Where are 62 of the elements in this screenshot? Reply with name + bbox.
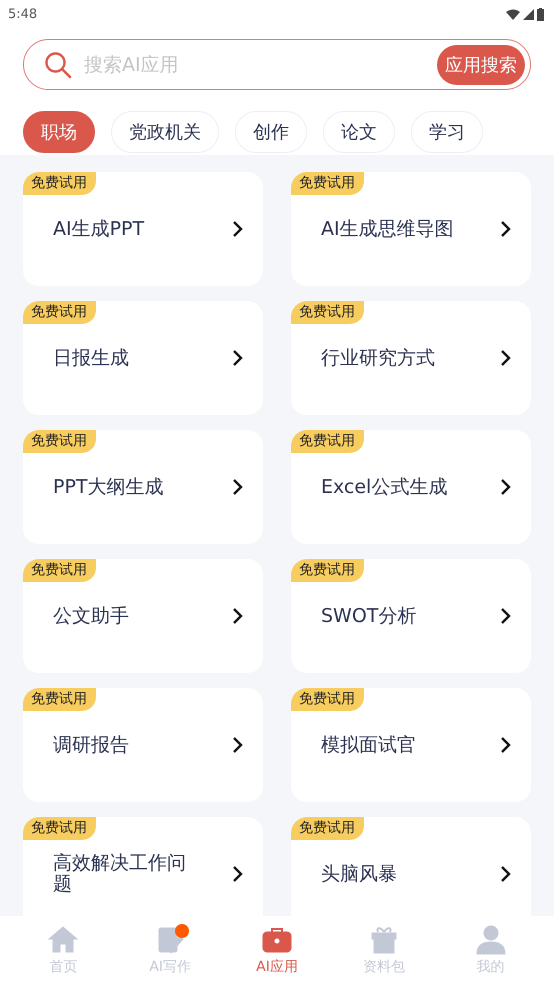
chevron-right-icon [500, 865, 511, 883]
app-title: 行业研究方式 [321, 348, 435, 368]
app-card[interactable]: 免费试用 Excel公式生成 [291, 430, 531, 544]
app-card[interactable]: 免费试用 高效解决工作问题 [23, 817, 263, 916]
category-tab[interactable]: 学习 [411, 111, 483, 153]
category-tab[interactable]: 创作 [235, 111, 307, 153]
chevron-right-icon [232, 865, 243, 883]
chevron-right-icon [500, 736, 511, 754]
app-title: PPT大纲生成 [53, 476, 164, 498]
app-title: 模拟面试官 [321, 734, 416, 756]
category-tab[interactable]: 职场 [23, 111, 95, 153]
free-trial-badge: 免费试用 [291, 559, 364, 582]
chevron-right-icon [232, 478, 243, 496]
search-button[interactable]: 应用搜索 [437, 44, 525, 84]
app-title: SWOT分析 [321, 606, 416, 626]
chevron-right-icon [232, 349, 243, 367]
app-title: 公文助手 [53, 606, 129, 626]
free-trial-badge: 免费试用 [291, 301, 364, 324]
chevron-right-icon [232, 220, 243, 238]
nav-tab[interactable]: AI应用 [256, 958, 298, 976]
app-card[interactable]: 免费试用 AI生成PPT [23, 172, 263, 286]
app-card[interactable]: 免费试用 头脑风暴 [291, 817, 531, 916]
free-trial-badge: 免费试用 [23, 172, 96, 195]
search-icon [44, 50, 72, 78]
app-card[interactable]: 免费试用 日报生成 [23, 301, 263, 415]
category-tab[interactable]: 论文 [323, 111, 395, 153]
category-tab[interactable]: 党政机关 [111, 111, 219, 153]
app-card[interactable]: 免费试用 调研报告 [23, 688, 263, 802]
free-trial-badge: 免费试用 [23, 430, 96, 453]
free-trial-badge: 免费试用 [291, 688, 364, 711]
free-trial-badge: 免费试用 [23, 559, 96, 582]
wifi-icon [506, 8, 520, 20]
free-trial-badge: 免费试用 [23, 817, 96, 840]
app-title: 日报生成 [53, 348, 129, 368]
app-title: 调研报告 [53, 734, 129, 756]
free-trial-badge: 免费试用 [291, 172, 364, 195]
app-card[interactable]: 免费试用 SWOT分析 [291, 559, 531, 673]
chevron-right-icon [500, 349, 511, 367]
chevron-right-icon [500, 607, 511, 625]
app-title: 头脑风暴 [321, 864, 397, 884]
battery-icon [537, 8, 544, 20]
app-card[interactable]: 免费试用 模拟面试官 [291, 688, 531, 802]
free-trial-badge: 免费试用 [291, 430, 364, 453]
app-title: AI生成PPT [53, 218, 144, 240]
signal-icon [523, 8, 534, 20]
search-field[interactable]: 搜索AI应用 应用搜索 [23, 39, 531, 90]
app-title: 高效解决工作问题 [53, 853, 187, 895]
person-icon [474, 924, 507, 956]
free-trial-badge: 免费试用 [23, 301, 96, 324]
app-title: Excel公式生成 [321, 476, 448, 498]
app-card[interactable]: 免费试用 AI生成思维导图 [291, 172, 531, 286]
status-time: 5:48 [8, 6, 38, 22]
app-title: AI生成思维导图 [321, 218, 454, 240]
free-trial-badge: 免费试用 [23, 688, 96, 711]
chevron-right-icon [232, 607, 243, 625]
chevron-right-icon [500, 220, 511, 238]
app-card[interactable]: 免费试用 公文助手 [23, 559, 263, 673]
free-trial-badge: 免费试用 [291, 817, 364, 840]
chevron-right-icon [500, 478, 511, 496]
chevron-right-icon [232, 736, 243, 754]
app-card[interactable]: 免费试用 行业研究方式 [291, 301, 531, 415]
app-card[interactable]: 免费试用 PPT大纲生成 [23, 430, 263, 544]
